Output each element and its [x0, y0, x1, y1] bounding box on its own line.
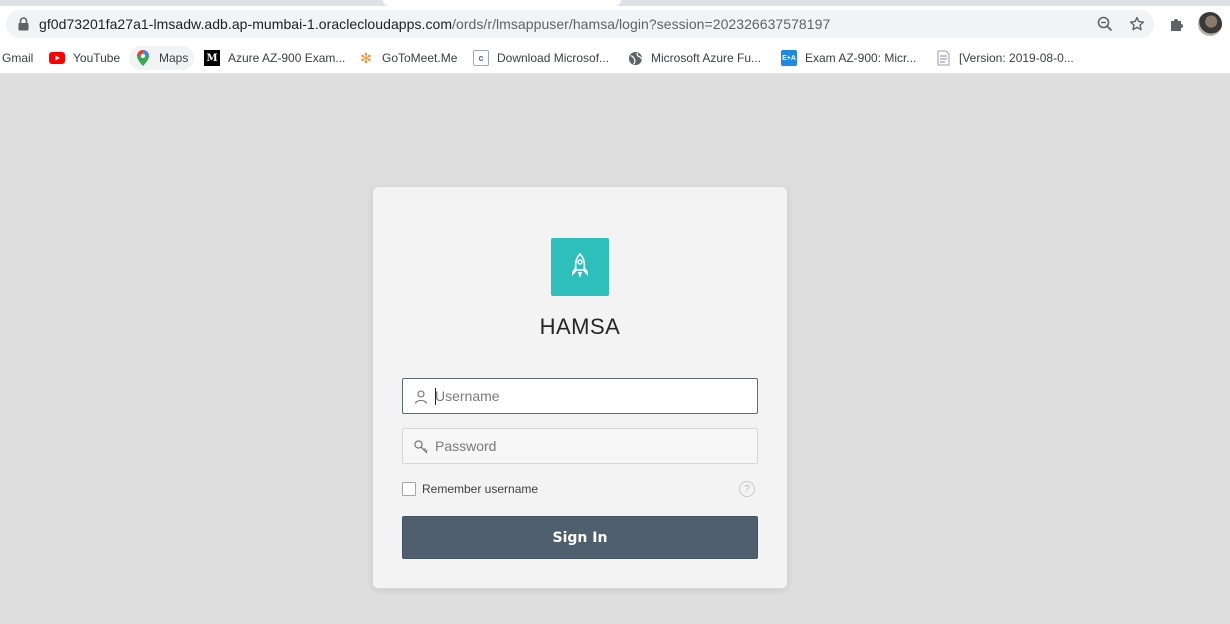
bookmarks-bar: Gmail YouTube Maps M Azure AZ-900 Exam..… [0, 42, 1230, 74]
bookmark-version-doc[interactable]: [Version: 2019-08-0... [929, 46, 1080, 70]
page-icon: c [473, 50, 489, 66]
bookmark-azure-fundamentals[interactable]: Microsoft Azure Fu... [621, 46, 767, 70]
remember-label: Remember username [422, 482, 539, 496]
profile-avatar[interactable] [1198, 12, 1222, 36]
extensions-icon[interactable] [1167, 14, 1187, 34]
bookmark-maps[interactable]: Maps [129, 46, 195, 70]
rocket-icon [572, 252, 588, 278]
exam-icon: E+A [781, 50, 797, 66]
bookmark-exam-az900[interactable]: E+A Exam AZ-900: Micr... [775, 46, 922, 70]
bookmark-label: Microsoft Azure Fu... [651, 51, 762, 65]
app-title: HAMSA [539, 314, 621, 339]
remember-checkbox[interactable] [402, 482, 416, 496]
lock-icon[interactable] [18, 17, 29, 31]
medium-icon: M [204, 50, 220, 66]
bookmark-gotomeet[interactable]: ✻ GoToMeet.Me [352, 46, 463, 70]
bookmark-gmail[interactable]: Gmail [0, 46, 39, 70]
youtube-icon [49, 50, 65, 66]
app-logo [551, 238, 609, 296]
bookmark-star-icon[interactable] [1127, 14, 1147, 34]
password-input[interactable] [435, 429, 753, 463]
bookmark-youtube[interactable]: YouTube [43, 46, 126, 70]
bookmark-label: [Version: 2019-08-0... [959, 51, 1074, 65]
sign-in-button[interactable]: Sign In [402, 516, 758, 559]
zoom-icon[interactable] [1095, 14, 1115, 34]
document-icon [935, 50, 951, 66]
bookmark-label: Gmail [2, 51, 34, 65]
url-text[interactable]: gf0d73201fa27a1-lmsadw.adb.ap-mumbai-1.o… [39, 16, 830, 32]
maps-icon [135, 50, 151, 66]
browser-toolbar: gf0d73201fa27a1-lmsadw.adb.ap-mumbai-1.o… [0, 6, 1230, 42]
username-input[interactable] [435, 379, 753, 413]
url-host: gf0d73201fa27a1-lmsadw.adb.ap-mumbai-1.o… [39, 16, 453, 32]
text-caret [435, 388, 436, 405]
key-icon [414, 440, 428, 454]
help-icon[interactable]: ? [739, 481, 755, 497]
password-field[interactable] [402, 428, 758, 464]
bookmark-download-microsoft[interactable]: c Download Microsof... [467, 46, 615, 70]
user-icon [414, 390, 428, 404]
username-field[interactable] [402, 378, 758, 414]
bookmark-label: Download Microsof... [497, 51, 610, 65]
login-card: HAMSA Remember username ? Sign In [372, 186, 788, 589]
address-bar[interactable]: gf0d73201fa27a1-lmsadw.adb.ap-mumbai-1.o… [6, 10, 1154, 38]
gotomeet-icon: ✻ [360, 49, 372, 66]
bookmark-label: Exam AZ-900: Micr... [805, 51, 917, 65]
remember-username[interactable]: Remember username [402, 482, 538, 496]
globe-icon [627, 50, 643, 66]
bookmark-label: Azure AZ-900 Exam... [228, 51, 346, 65]
bookmark-label: GoToMeet.Me [382, 51, 458, 65]
url-path: /ords/r/lmsappuser/hamsa/login?session=2… [452, 16, 831, 32]
bookmark-label: Maps [159, 51, 189, 65]
bookmark-label: YouTube [73, 51, 121, 65]
bookmark-azure-exam[interactable]: M Azure AZ-900 Exam... [198, 46, 351, 70]
